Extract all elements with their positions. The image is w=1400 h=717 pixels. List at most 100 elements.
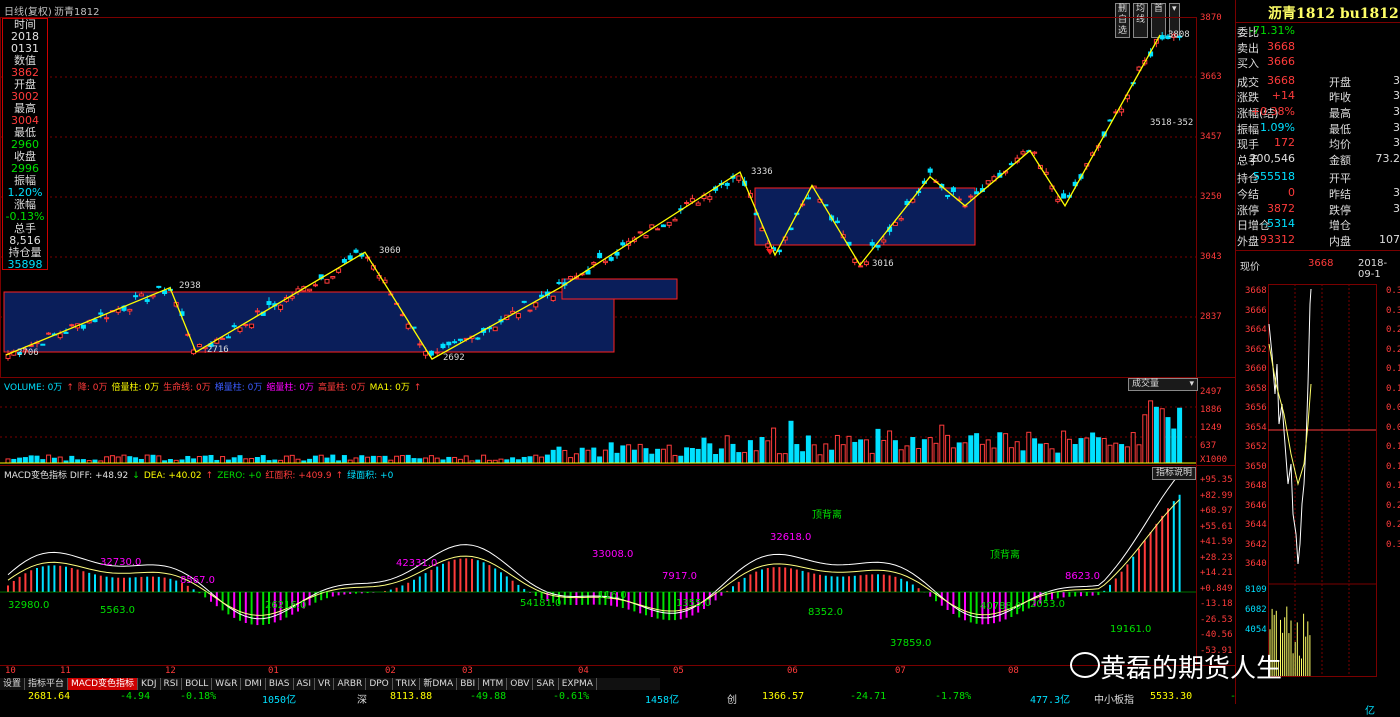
quote-key-2: 昨收 — [1329, 89, 1351, 105]
volume-bar — [708, 444, 712, 463]
candle-body — [975, 192, 979, 194]
volume-bar — [1015, 442, 1019, 463]
candle-body — [325, 279, 329, 283]
macd-tick: +55.61 — [1200, 522, 1233, 532]
volume-bar — [81, 460, 85, 463]
volume-bar — [221, 457, 225, 463]
mini-axis-tick: 3668 — [1245, 286, 1267, 296]
quote-value: -5314 — [1225, 217, 1295, 230]
date-tick: 05 — [673, 666, 684, 676]
volume-bar — [760, 438, 764, 463]
high-label-2938: 2938 — [179, 281, 201, 291]
volume-bar — [615, 453, 619, 463]
divider — [1236, 22, 1400, 23]
volume-bar — [679, 456, 683, 463]
volume-bar — [145, 455, 149, 463]
volume-bar — [238, 456, 242, 463]
volume-bar — [632, 450, 636, 463]
indicator-tab[interactable]: 设置 — [0, 678, 25, 690]
indicator-tab[interactable]: EXPMA — [559, 678, 597, 690]
indicator-tab[interactable]: DMI — [241, 678, 265, 690]
volume-bar — [540, 457, 544, 463]
candle-body — [441, 344, 445, 347]
volume-bar — [656, 449, 660, 463]
volume-bar — [563, 450, 567, 463]
quote-value: 3668 — [1225, 74, 1295, 87]
indicator-tab[interactable]: BBI — [457, 678, 479, 690]
candle-body — [447, 342, 451, 345]
indicator-tab[interactable]: 新DMA — [420, 678, 457, 690]
legend-item: MA1: 0万 — [370, 383, 410, 393]
volume-bar — [209, 455, 213, 463]
candle-body — [557, 282, 561, 283]
volume-bar — [192, 459, 196, 463]
range-box-3 — [755, 188, 975, 245]
status-item: -24.71 — [850, 691, 886, 702]
low-label-2706: 2706 — [17, 348, 39, 358]
volume-bar — [1079, 439, 1083, 463]
peak-label: 3808 — [1168, 30, 1190, 40]
indicator-tab[interactable]: MACD变色指标 — [68, 678, 138, 690]
indicator-tab[interactable]: MTM — [479, 678, 507, 690]
indicator-tab[interactable]: SAR — [533, 678, 558, 690]
mini-axis-tick: 3660 — [1245, 364, 1267, 374]
volume-bar — [528, 457, 532, 463]
volume-bar — [574, 454, 578, 463]
indicator-tab[interactable]: ARBR — [334, 678, 366, 690]
macd-annotation: 顶背离 — [812, 506, 842, 521]
indicator-tab[interactable]: ASI — [294, 678, 316, 690]
volume-bar — [824, 444, 828, 463]
quote-row: 振幅1.09%最低3 — [1237, 121, 1400, 136]
indicator-tab[interactable]: KDJ — [138, 678, 161, 690]
price-tick: 3870 — [1200, 13, 1222, 23]
indicator-tab[interactable]: BOLL — [182, 678, 212, 690]
indicator-help-button[interactable]: 指标说明 — [1152, 467, 1196, 480]
kline-chart[interactable] — [0, 0, 1235, 691]
indicator-select[interactable]: 成交量 ▾ — [1128, 378, 1198, 391]
indicator-tab[interactable]: RSI — [161, 678, 183, 690]
mini-axis-pct: 0.1 — [1386, 462, 1400, 472]
candle-body — [348, 256, 352, 259]
indicator-tab[interactable]: OBV — [507, 678, 533, 690]
volume-bar — [1143, 415, 1147, 463]
indicator-tab[interactable]: 指标平台 — [25, 678, 68, 690]
quote-row: 涨停3872跌停3 — [1237, 202, 1400, 217]
candle-body — [1056, 199, 1060, 201]
indicator-tab[interactable]: DPO — [366, 678, 392, 690]
legend-item: DEA: +40.02 — [144, 471, 202, 481]
quote-row: 日增仓-5314增仓 — [1237, 217, 1400, 232]
volume-bar — [244, 459, 248, 463]
mini-axis-tick: 3654 — [1245, 423, 1267, 433]
candle-body — [986, 181, 990, 184]
volume-bar — [980, 444, 984, 463]
volume-bar — [197, 457, 201, 463]
volume-bar — [290, 455, 294, 463]
volume-bar — [934, 443, 938, 463]
quote-row: 今结0昨结3 — [1237, 186, 1400, 201]
volume-bar — [232, 458, 236, 463]
volume-bar — [783, 454, 787, 463]
quote-value: 3872 — [1225, 202, 1295, 215]
volume-bar — [255, 458, 259, 463]
volume-bar — [992, 448, 996, 463]
volume-bar — [551, 450, 555, 463]
volume-bar — [499, 459, 503, 463]
volume-bar — [377, 457, 381, 463]
candle-body — [93, 320, 97, 322]
indicator-tab[interactable]: TRIX — [393, 678, 421, 690]
date-tick: 11 — [60, 666, 71, 676]
volume-bar — [400, 456, 404, 463]
candle-body — [609, 258, 613, 261]
indicator-tab[interactable]: VR — [315, 678, 334, 690]
volume-bar — [58, 457, 62, 463]
volume-bar — [719, 449, 723, 463]
quote-value-2: 3 — [1393, 89, 1400, 102]
mini-axis-pct: 0.1 — [1386, 481, 1400, 491]
indicator-tab[interactable]: W&R — [212, 678, 241, 690]
volume-bar — [1044, 444, 1048, 463]
macd-annotation: 32618.0 — [770, 532, 811, 543]
mini-axis-tick: 3644 — [1245, 520, 1267, 530]
volume-bar — [122, 455, 126, 463]
indicator-tab[interactable]: BIAS — [266, 678, 294, 690]
volume-tick: 2497 — [1200, 387, 1222, 397]
